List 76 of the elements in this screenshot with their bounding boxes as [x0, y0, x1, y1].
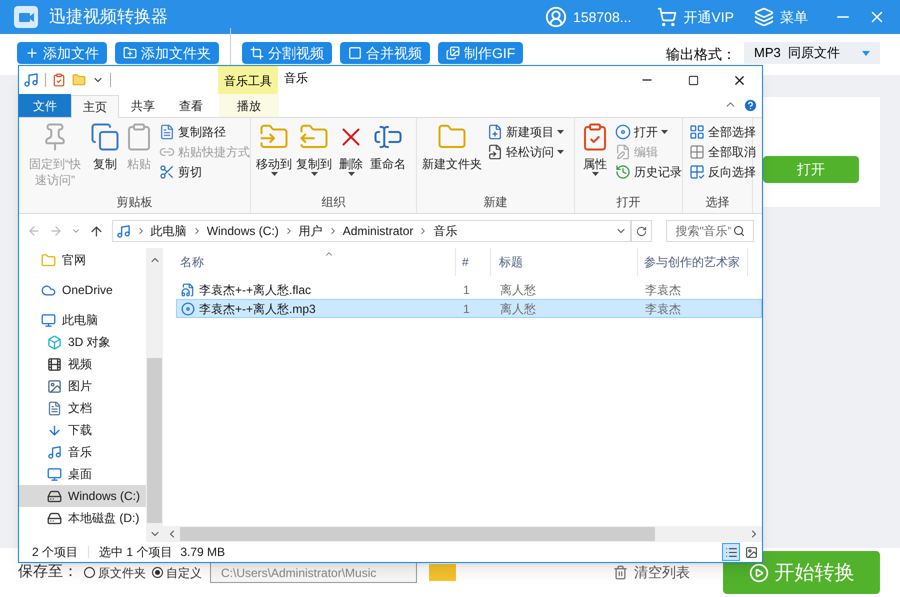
- group-label: 剪贴板: [116, 194, 152, 211]
- table-cell: 离人愁: [500, 282, 536, 298]
- breadcrumb[interactable]: 此电脑: [150, 223, 187, 239]
- radio-option[interactable]: 自定义: [152, 564, 202, 580]
- table-cell: 李袁杰+-+离人愁.mp3: [199, 300, 316, 316]
- toolbar-button[interactable]: 添加文件夹: [115, 42, 219, 64]
- sidebar-item[interactable]: 音乐: [19, 441, 146, 463]
- status-text: 3.79 MB: [180, 544, 226, 560]
- toolbar-button[interactable]: 合并视频: [340, 42, 430, 64]
- breadcrumb[interactable]: Windows (C:): [206, 223, 279, 239]
- ribbon-button[interactable]: 复制路径: [157, 122, 252, 142]
- ribbon-button[interactable]: 打开: [613, 122, 684, 142]
- table-cell: 李袁杰: [645, 282, 681, 298]
- column-header[interactable]: 标题: [491, 248, 638, 276]
- ribbon-button[interactable]: 移动到: [255, 118, 293, 176]
- group-label: 新建: [484, 194, 508, 211]
- toolbar-button[interactable]: 分割视频: [242, 42, 332, 64]
- file-row[interactable]: 李袁杰+-+离人愁.flac 1 离人愁 李袁杰: [176, 280, 762, 299]
- group-label: 组织: [322, 194, 346, 211]
- breadcrumb[interactable]: 音乐: [433, 223, 458, 239]
- ribbon-button[interactable]: 删除: [335, 118, 367, 176]
- table-cell: 李袁杰+-+离人愁.flac: [199, 282, 312, 298]
- ribbon-tab[interactable]: 播放: [219, 94, 279, 117]
- table-cell: 1: [463, 282, 470, 298]
- sidebar-item[interactable]: Windows (C:): [19, 485, 146, 507]
- toolbar-button[interactable]: 添加文件: [17, 42, 107, 64]
- status-text: 2 个项目: [32, 544, 78, 560]
- ribbon-button[interactable]: 全部取消: [687, 142, 758, 162]
- ribbon-button[interactable]: 反向选择: [687, 162, 758, 182]
- ribbon-button[interactable]: 属性: [579, 118, 611, 176]
- breadcrumb[interactable]: Administrator: [342, 223, 414, 239]
- ribbon-button[interactable]: 新建项目: [485, 122, 566, 142]
- ribbon-tab[interactable]: 查看: [167, 94, 215, 117]
- ribbon-tab[interactable]: 文件: [19, 94, 71, 117]
- ribbon-tab[interactable]: 共享: [119, 94, 167, 117]
- ribbon-button[interactable]: 历史记录: [613, 162, 684, 182]
- clear-list-button[interactable]: 清空列表: [613, 562, 690, 583]
- ribbon-button[interactable]: 复制: [89, 118, 121, 172]
- radio-option[interactable]: 原文件夹: [84, 564, 146, 580]
- ribbon-button[interactable]: 轻松访问: [485, 142, 566, 162]
- breadcrumb[interactable]: 用户: [298, 223, 323, 239]
- table-cell: 1: [463, 300, 470, 316]
- sidebar-item[interactable]: 此电脑: [19, 309, 146, 331]
- status-text: 选中 1 个项目: [99, 544, 172, 560]
- column-header[interactable]: #: [456, 248, 491, 276]
- sidebar-item[interactable]: 文档: [19, 397, 146, 419]
- ribbon-button[interactable]: 新建文件夹: [421, 118, 483, 172]
- table-cell: 离人愁: [500, 300, 536, 316]
- group-label: 选择: [706, 194, 730, 211]
- sidebar-item[interactable]: 桌面: [19, 463, 146, 485]
- context-tab-label: 音乐工具: [218, 66, 278, 94]
- group-label: 打开: [616, 194, 640, 211]
- sidebar-item[interactable]: 官网: [19, 249, 146, 271]
- sidebar-item[interactable]: 视频: [19, 353, 146, 375]
- window-title: 音乐: [284, 70, 308, 87]
- search-field[interactable]: 搜索"音乐": [666, 220, 754, 242]
- file-row[interactable]: 李袁杰+-+离人愁.mp3 1 离人愁 李袁杰: [176, 299, 762, 318]
- sidebar-item[interactable]: OneDrive: [19, 279, 146, 301]
- column-header[interactable]: 参与创作的艺术家: [638, 248, 748, 276]
- output-format-label: 输出格式：: [666, 45, 736, 64]
- ribbon-tab[interactable]: 主页: [71, 95, 119, 118]
- format-select[interactable]: MP3 同原文件: [744, 42, 880, 64]
- ribbon-button[interactable]: 重命名: [369, 118, 407, 172]
- app-title: 迅捷视频转换器: [49, 6, 168, 28]
- column-header[interactable]: 名称: [176, 248, 456, 276]
- sidebar-item[interactable]: 图片: [19, 375, 146, 397]
- sidebar-item[interactable]: 本地磁盘 (D:): [19, 507, 146, 529]
- sidebar-item[interactable]: 下载: [19, 419, 146, 441]
- ribbon-button[interactable]: 复制到: [295, 118, 333, 176]
- table-cell: 李袁杰: [645, 300, 681, 316]
- ribbon-button[interactable]: 剪切: [157, 162, 252, 182]
- address-bar[interactable]: 此电脑 Windows (C:) 用户 Administrator 音乐: [112, 220, 631, 242]
- save-label: 保存至：: [18, 562, 78, 582]
- toolbar-button[interactable]: 制作GIF: [438, 42, 524, 64]
- sidebar-item[interactable]: 3D 对象: [19, 331, 146, 353]
- ribbon-button[interactable]: 全部选择: [687, 122, 758, 142]
